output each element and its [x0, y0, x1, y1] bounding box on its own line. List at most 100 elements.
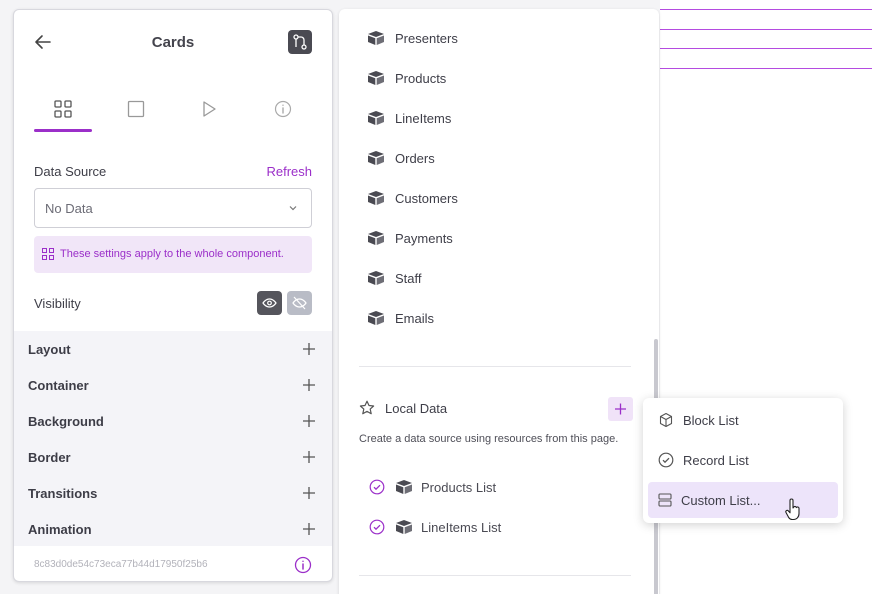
resource-item[interactable]: LineItems [367, 106, 451, 130]
local-data-item-label: LineItems List [421, 519, 502, 535]
section-container[interactable]: Container [28, 367, 316, 403]
panel-footer: 8c83d0de54c73eca77b44d17950f25b6 [14, 547, 332, 581]
resource-label: Customers [395, 190, 458, 206]
resource-item[interactable]: Orders [367, 146, 435, 170]
resource-label: Presenters [395, 30, 458, 46]
resource-item[interactable]: Products [367, 66, 446, 90]
data-source-value: No Data [45, 201, 93, 216]
square-icon [127, 100, 145, 118]
hidden-toggle[interactable] [287, 291, 312, 315]
panel-header: Cards [14, 10, 332, 74]
resource-label: Products [395, 70, 447, 86]
resource-item[interactable]: Presenters [367, 26, 458, 50]
resource-item[interactable]: Emails [367, 306, 434, 330]
resource-label: LineItems [395, 110, 452, 126]
package-icon [368, 151, 384, 165]
package-icon [368, 71, 384, 85]
settings-sections: Layout Container Background Border Trans… [14, 331, 332, 546]
menu-item-label: Record List [683, 452, 749, 468]
menu-item-record-list[interactable]: Record List [648, 442, 838, 478]
eye-icon [262, 298, 277, 308]
section-transitions[interactable]: Transitions [28, 475, 316, 511]
plus-icon [303, 343, 315, 355]
panel-title: Cards [151, 34, 195, 51]
package-icon [396, 520, 412, 534]
divider [359, 575, 631, 576]
info-icon [274, 100, 292, 118]
cube-icon [659, 412, 673, 428]
package-icon [368, 271, 384, 285]
check-circle-icon [369, 479, 385, 495]
data-panel: Presenters Products LineItems Orders Cus… [339, 9, 659, 594]
section-label: Container [28, 378, 89, 393]
eye-off-icon [292, 296, 307, 310]
visibility-label: Visibility [34, 296, 81, 311]
grid-icon [42, 248, 54, 260]
plus-icon [303, 379, 315, 391]
package-icon [396, 480, 412, 494]
resource-item[interactable]: Customers [367, 186, 458, 210]
resource-item[interactable]: Payments [367, 226, 453, 250]
plus-icon [303, 523, 315, 535]
refresh-link[interactable]: Refresh [266, 164, 312, 179]
add-local-data-menu: Block List Record List Custom List... [643, 398, 843, 523]
visible-toggle[interactable] [257, 291, 282, 315]
info-note: These settings apply to the whole compon… [34, 236, 312, 273]
plus-icon [303, 415, 315, 427]
data-source-select[interactable]: No Data [34, 188, 312, 228]
canvas-line [660, 68, 872, 69]
package-icon [368, 31, 384, 45]
menu-item-custom-list[interactable]: Custom List... [648, 482, 838, 518]
info-note-text: These settings apply to the whole compon… [60, 248, 284, 260]
tab-info[interactable] [254, 92, 312, 132]
resource-label: Payments [395, 230, 453, 246]
section-layout[interactable]: Layout [28, 331, 316, 367]
tab-components[interactable] [34, 92, 92, 132]
data-source-label: Data Source [34, 164, 107, 179]
hand-cursor-icon [785, 498, 800, 521]
section-animation[interactable]: Animation [28, 511, 316, 547]
plus-icon [615, 403, 626, 415]
package-icon [368, 231, 384, 245]
package-icon [368, 111, 384, 125]
canvas-line [660, 9, 872, 10]
resource-label: Staff [395, 270, 422, 286]
menu-item-label: Block List [683, 412, 739, 428]
local-data-item[interactable]: Products List [369, 477, 496, 497]
local-data-item-label: Products List [421, 479, 497, 495]
check-circle-icon [658, 452, 674, 468]
section-label: Layout [28, 342, 71, 357]
local-data-item[interactable]: LineItems List [369, 517, 501, 537]
check-circle-icon [369, 519, 385, 535]
play-icon [203, 101, 216, 117]
tab-style[interactable] [107, 92, 165, 132]
info-icon[interactable] [294, 556, 312, 574]
section-background[interactable]: Background [28, 403, 316, 439]
plus-icon [303, 487, 315, 499]
star-icon [359, 400, 375, 415]
tab-actions[interactable] [180, 92, 238, 132]
local-data-description: Create a data source using resources fro… [359, 433, 619, 445]
settings-panel: Cards Data Source Refresh No Data These … [13, 9, 333, 582]
menu-item-block-list[interactable]: Block List [648, 402, 838, 438]
resource-item[interactable]: Staff [367, 266, 422, 290]
section-label: Transitions [28, 486, 98, 501]
add-local-data-button[interactable] [608, 397, 633, 421]
divider [359, 366, 631, 367]
component-id: 8c83d0de54c73eca77b44d17950f25b6 [34, 559, 208, 570]
resource-label: Emails [395, 310, 435, 326]
section-label: Border [28, 450, 71, 465]
section-label: Background [28, 414, 104, 429]
canvas-line [660, 48, 872, 49]
menu-item-label: Custom List... [681, 492, 761, 508]
package-icon [368, 191, 384, 205]
canvas-line [660, 29, 872, 30]
section-border[interactable]: Border [28, 439, 316, 475]
git-branch-icon [293, 34, 307, 50]
section-label: Animation [28, 522, 92, 537]
package-icon [368, 311, 384, 325]
server-icon [658, 493, 672, 507]
chevron-down-icon [289, 206, 297, 211]
git-branch-button[interactable] [288, 30, 312, 54]
resource-label: Orders [395, 150, 435, 166]
